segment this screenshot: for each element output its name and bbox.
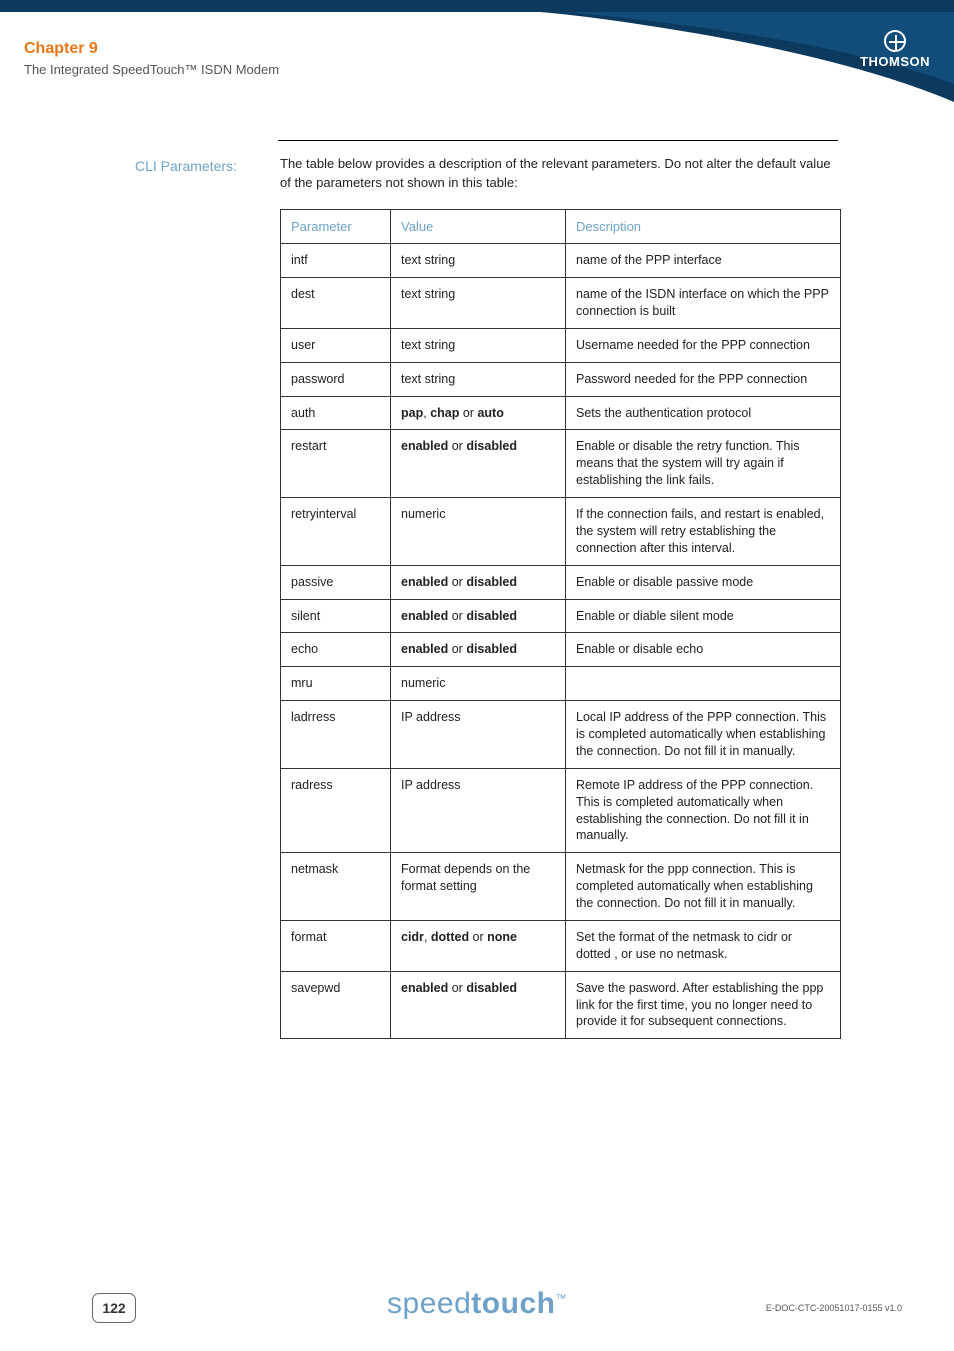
section-label: CLI Parameters: — [135, 158, 237, 174]
param-cell: mru — [281, 667, 391, 701]
doc-id: E-DOC-CTC-20051017-0155 v1.0 — [766, 1303, 902, 1313]
value-cell: cidr, dotted or none — [391, 920, 566, 971]
col-header-parameter: Parameter — [281, 209, 391, 244]
param-cell: passive — [281, 565, 391, 599]
parameters-table: Parameter Value Description intftext str… — [280, 209, 841, 1040]
brand-logo: THOMSON — [860, 30, 930, 69]
col-header-value: Value — [391, 209, 566, 244]
param-cell: dest — [281, 278, 391, 329]
table-row: savepwdenabled or disabledSave the paswo… — [281, 971, 841, 1039]
value-cell: enabled or disabled — [391, 430, 566, 498]
desc-cell: Netmask for the ppp connection. This is … — [566, 853, 841, 921]
page-header: Chapter 9 The Integrated SpeedTouch™ ISD… — [24, 40, 279, 77]
param-cell: radress — [281, 768, 391, 853]
value-cell: enabled or disabled — [391, 971, 566, 1039]
value-cell: numeric — [391, 667, 566, 701]
param-cell: retryinterval — [281, 498, 391, 566]
desc-cell: name of the ISDN interface on which the … — [566, 278, 841, 329]
chapter-title: Chapter 9 — [24, 40, 279, 58]
desc-cell: Enable or diable silent mode — [566, 599, 841, 633]
param-cell: savepwd — [281, 971, 391, 1039]
table-row: usertext stringUsername needed for the P… — [281, 328, 841, 362]
param-cell: ladrress — [281, 701, 391, 769]
table-row: restartenabled or disabledEnable or disa… — [281, 430, 841, 498]
desc-cell: Sets the authentication protocol — [566, 396, 841, 430]
table-row: netmaskFormat depends on the format sett… — [281, 853, 841, 921]
horizontal-rule — [278, 140, 838, 141]
param-cell: format — [281, 920, 391, 971]
table-row: formatcidr, dotted or noneSet the format… — [281, 920, 841, 971]
table-row: passwordtext stringPassword needed for t… — [281, 362, 841, 396]
param-cell: intf — [281, 244, 391, 278]
desc-cell: If the connection fails, and restart is … — [566, 498, 841, 566]
table-row: ladrressIP addressLocal IP address of th… — [281, 701, 841, 769]
desc-cell: Password needed for the PPP connection — [566, 362, 841, 396]
value-cell: enabled or disabled — [391, 565, 566, 599]
logo-tm: ™ — [555, 1293, 567, 1305]
desc-cell: name of the PPP interface — [566, 244, 841, 278]
value-cell: IP address — [391, 701, 566, 769]
value-cell: text string — [391, 278, 566, 329]
table-row: retryintervalnumericIf the connection fa… — [281, 498, 841, 566]
table-row: mrunumeric — [281, 667, 841, 701]
logo-part2: touch — [471, 1287, 555, 1320]
value-cell: text string — [391, 328, 566, 362]
table-row: passiveenabled or disabledEnable or disa… — [281, 565, 841, 599]
value-cell: numeric — [391, 498, 566, 566]
value-cell: text string — [391, 244, 566, 278]
value-cell: enabled or disabled — [391, 599, 566, 633]
desc-cell: Save the pasword. After establishing the… — [566, 971, 841, 1039]
param-cell: restart — [281, 430, 391, 498]
logo-part1: speed — [387, 1287, 471, 1320]
main-content: The table below provides a description o… — [280, 140, 836, 1039]
param-cell: silent — [281, 599, 391, 633]
desc-cell: Enable or disable passive mode — [566, 565, 841, 599]
table-row: echoenabled or disabledEnable or disable… — [281, 633, 841, 667]
desc-cell: Username needed for the PPP connection — [566, 328, 841, 362]
desc-cell: Local IP address of the PPP connection. … — [566, 701, 841, 769]
desc-cell: Enable or disable echo — [566, 633, 841, 667]
table-header-row: Parameter Value Description — [281, 209, 841, 244]
value-cell: text string — [391, 362, 566, 396]
value-cell: enabled or disabled — [391, 633, 566, 667]
table-row: authpap, chap or autoSets the authentica… — [281, 396, 841, 430]
top-bar — [0, 0, 954, 12]
brand-name: THOMSON — [860, 54, 930, 69]
table-row: desttext stringname of the ISDN interfac… — [281, 278, 841, 329]
chapter-subtitle: The Integrated SpeedTouch™ ISDN Modem — [24, 62, 279, 77]
intro-text: The table below provides a description o… — [280, 155, 836, 193]
param-cell: echo — [281, 633, 391, 667]
desc-cell — [566, 667, 841, 701]
col-header-description: Description — [566, 209, 841, 244]
table-row: radressIP addressRemote IP address of th… — [281, 768, 841, 853]
param-cell: password — [281, 362, 391, 396]
table-row: intftext stringname of the PPP interface — [281, 244, 841, 278]
globe-icon — [884, 30, 906, 52]
param-cell: auth — [281, 396, 391, 430]
desc-cell: Enable or disable the retry function. Th… — [566, 430, 841, 498]
table-row: silentenabled or disabledEnable or diabl… — [281, 599, 841, 633]
param-cell: netmask — [281, 853, 391, 921]
param-cell: user — [281, 328, 391, 362]
desc-cell: Remote IP address of the PPP connection.… — [566, 768, 841, 853]
value-cell: IP address — [391, 768, 566, 853]
value-cell: pap, chap or auto — [391, 396, 566, 430]
desc-cell: Set the format of the netmask to cidr or… — [566, 920, 841, 971]
value-cell: Format depends on the format setting — [391, 853, 566, 921]
